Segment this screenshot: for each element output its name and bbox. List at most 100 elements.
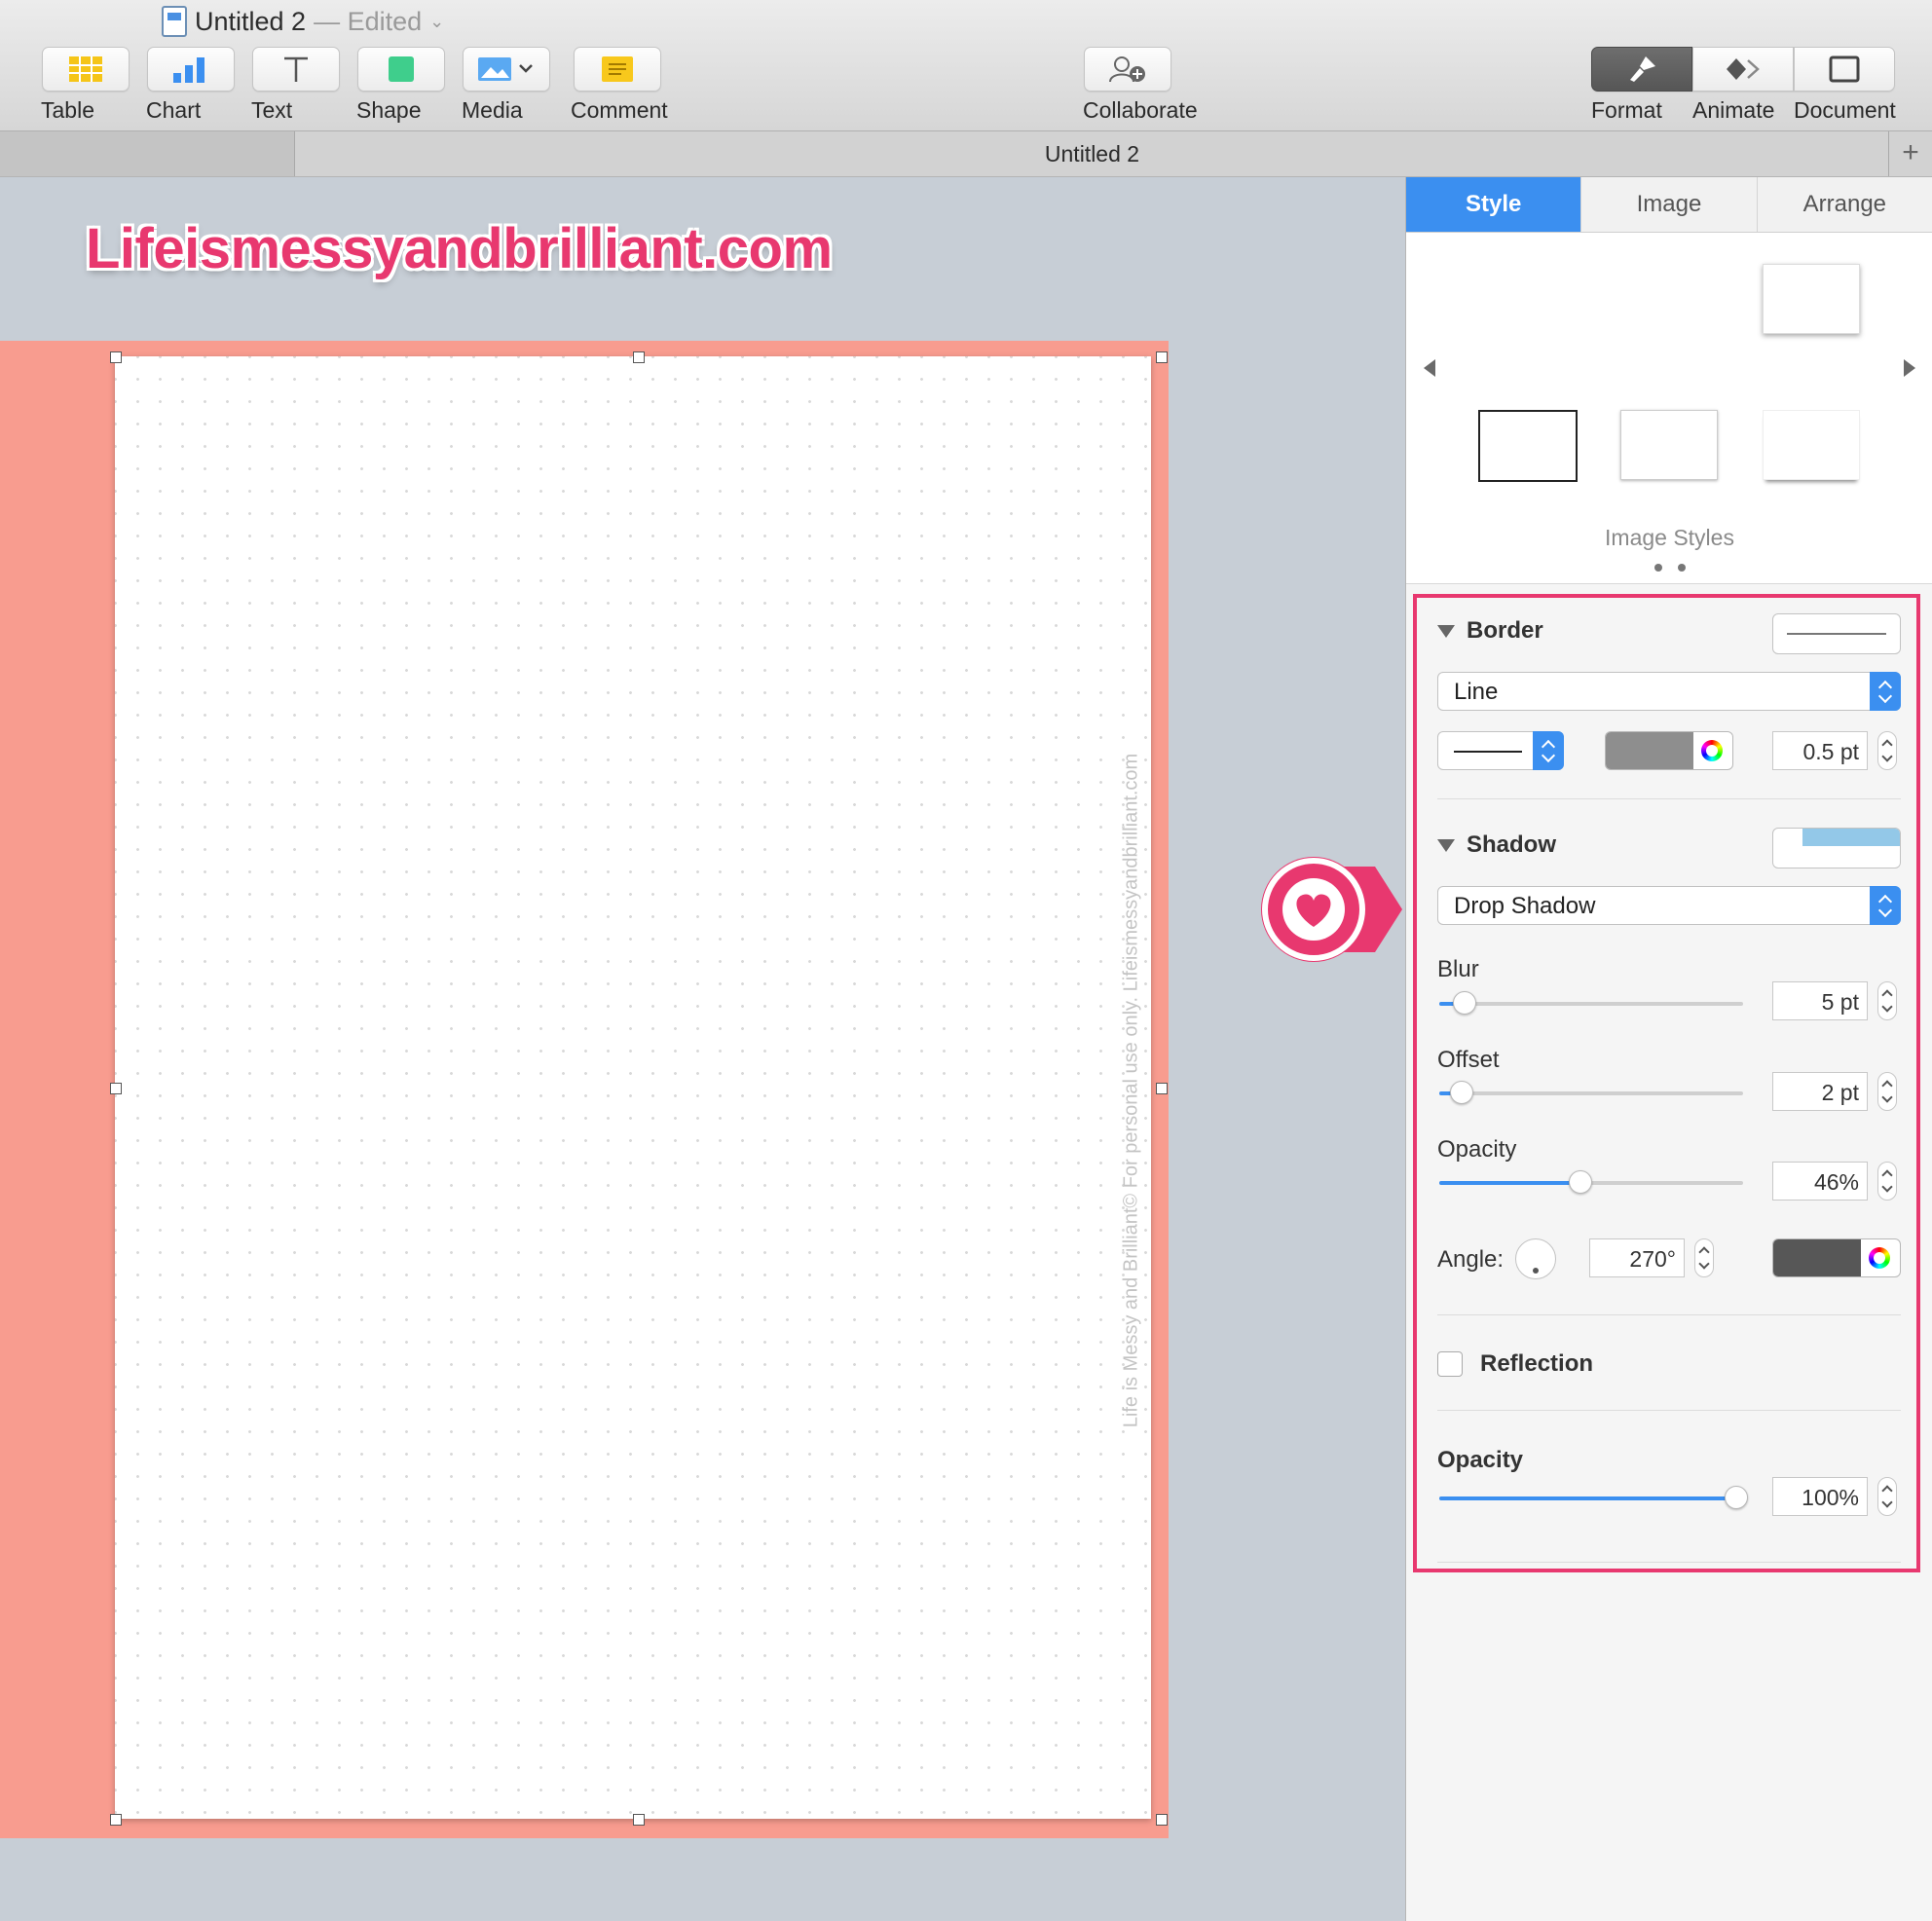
- edited-status: — Edited: [314, 6, 423, 36]
- shape-button[interactable]: Shape: [356, 47, 446, 123]
- text-button[interactable]: Text: [251, 47, 341, 123]
- border-preset-button[interactable]: [1772, 613, 1901, 654]
- slider-knob[interactable]: [1725, 1486, 1748, 1509]
- shadow-section-header[interactable]: Shadow: [1437, 831, 1556, 859]
- resize-handle-top[interactable]: [633, 351, 645, 363]
- divider: [1437, 798, 1901, 799]
- image-styles-gallery: Image Styles: [1406, 233, 1932, 584]
- opacity-stepper[interactable]: [1877, 1477, 1897, 1516]
- resize-handle-right[interactable]: [1156, 1083, 1168, 1094]
- offset-label: Offset: [1437, 1047, 1500, 1073]
- chevron-down-icon[interactable]: ⌄: [429, 12, 444, 32]
- image-style-thumb-4[interactable]: [1478, 410, 1578, 482]
- resize-handle-bottom-right[interactable]: [1156, 1814, 1168, 1826]
- color-wheel-icon[interactable]: [1701, 740, 1723, 761]
- slider-knob[interactable]: [1568, 1170, 1592, 1194]
- slider-fill: [1439, 1181, 1579, 1185]
- popup-chevron-icon: [1870, 672, 1901, 711]
- chart-button[interactable]: Chart: [146, 47, 236, 123]
- opacity-field[interactable]: 100%: [1772, 1477, 1868, 1516]
- offset-slider[interactable]: [1439, 1081, 1743, 1104]
- disclosure-triangle-icon[interactable]: [1437, 624, 1455, 638]
- resize-handle-top-left[interactable]: [110, 351, 122, 363]
- image-style-thumb-2[interactable]: [1640, 272, 1735, 340]
- reflection-checkbox[interactable]: [1437, 1351, 1463, 1377]
- offset-field[interactable]: 2 pt: [1772, 1072, 1868, 1111]
- image-styles-label: Image Styles: [1605, 525, 1734, 550]
- image-style-thumb-5[interactable]: [1620, 410, 1718, 480]
- media-label: Media: [462, 97, 523, 123]
- shadow-color-well[interactable]: [1772, 1238, 1901, 1277]
- shadow-opacity-label: Opacity: [1437, 1136, 1517, 1163]
- resize-handle-left[interactable]: [110, 1083, 122, 1094]
- toolbar: Untitled 2 — Edited ⌄ Table Chart Text S…: [0, 0, 1932, 131]
- heart-pointer-icon: [1261, 857, 1402, 962]
- popup-chevron-icon: [1533, 731, 1564, 770]
- divider: [1437, 1562, 1901, 1563]
- text-label: Text: [251, 97, 293, 123]
- inspector-segmented-control: Format Animate Document: [1591, 47, 1896, 123]
- document-label: Document: [1794, 97, 1896, 123]
- new-tab-button[interactable]: +: [1888, 131, 1932, 176]
- offset-stepper[interactable]: [1877, 1072, 1897, 1111]
- animate-label: Animate: [1692, 97, 1775, 123]
- shadow-opacity-field[interactable]: 46%: [1772, 1162, 1868, 1201]
- blur-label: Blur: [1437, 956, 1479, 982]
- border-line-style-popup[interactable]: [1437, 731, 1564, 770]
- shadow-opacity-slider[interactable]: [1439, 1170, 1743, 1194]
- reflection-label: Reflection: [1480, 1350, 1594, 1377]
- opacity-slider[interactable]: [1439, 1486, 1748, 1509]
- blur-stepper[interactable]: [1877, 981, 1897, 1020]
- animate-diamond-icon: [1727, 58, 1760, 80]
- animate-button[interactable]: Animate: [1692, 47, 1794, 123]
- format-label: Format: [1591, 97, 1662, 123]
- comment-icon: [602, 56, 633, 82]
- previous-styles-arrow-icon[interactable]: [1424, 359, 1435, 377]
- chart-label: Chart: [146, 97, 202, 123]
- border-width-stepper[interactable]: [1877, 731, 1897, 770]
- document-button[interactable]: Document: [1794, 47, 1896, 123]
- next-styles-arrow-icon[interactable]: [1904, 359, 1915, 377]
- angle-dial[interactable]: [1515, 1238, 1556, 1279]
- image-style-thumb-1[interactable]: [1500, 272, 1595, 340]
- resize-handle-bottom[interactable]: [633, 1814, 645, 1826]
- table-button[interactable]: Table: [41, 47, 130, 123]
- slider-fill: [1439, 1496, 1735, 1500]
- format-button[interactable]: Format: [1591, 47, 1692, 123]
- shadow-opacity-stepper[interactable]: [1877, 1162, 1897, 1201]
- image-style-thumb-3[interactable]: [1763, 264, 1860, 334]
- window-title: Untitled 2 — Edited ⌄: [162, 6, 444, 37]
- tab-image[interactable]: Image: [1581, 177, 1758, 232]
- shadow-color-swatch: [1773, 1239, 1861, 1276]
- border-width-field[interactable]: 0.5 pt: [1772, 731, 1868, 770]
- tab-style[interactable]: Style: [1406, 177, 1582, 232]
- angle-stepper[interactable]: [1694, 1238, 1714, 1277]
- opacity-label: Opacity: [1437, 1447, 1524, 1473]
- tab-arrange[interactable]: Arrange: [1757, 177, 1932, 232]
- border-title: Border: [1467, 617, 1543, 644]
- media-button[interactable]: Media: [462, 47, 551, 123]
- blur-field[interactable]: 5 pt: [1772, 981, 1868, 1020]
- disclosure-triangle-icon[interactable]: [1437, 838, 1455, 852]
- angle-field[interactable]: 270°: [1589, 1238, 1685, 1277]
- border-type-popup[interactable]: Line: [1437, 672, 1901, 711]
- shadow-title: Shadow: [1467, 831, 1557, 858]
- shadow-type-popup[interactable]: Drop Shadow: [1437, 886, 1901, 925]
- blur-slider[interactable]: [1439, 991, 1743, 1015]
- collaborate-button[interactable]: Collaborate: [1083, 47, 1198, 123]
- border-section-header[interactable]: Border: [1437, 617, 1543, 645]
- border-color-well[interactable]: [1605, 731, 1733, 770]
- color-wheel-icon[interactable]: [1869, 1247, 1890, 1269]
- slider-knob[interactable]: [1452, 991, 1476, 1015]
- popup-chevron-icon: [1870, 886, 1901, 925]
- dot-grid-paper-image[interactable]: [115, 356, 1151, 1819]
- image-style-thumb-6[interactable]: [1763, 410, 1860, 480]
- slider-knob[interactable]: [1449, 1081, 1473, 1104]
- resize-handle-bottom-left[interactable]: [110, 1814, 122, 1826]
- document-tab[interactable]: Untitled 2: [295, 131, 1889, 176]
- resize-handle-top-right[interactable]: [1156, 351, 1168, 363]
- page-indicator[interactable]: [1406, 559, 1932, 576]
- comment-button[interactable]: Comment: [571, 47, 668, 123]
- shadow-preset-button[interactable]: [1772, 828, 1901, 868]
- site-watermark-title: Lifeismessyandbrilliant.com: [86, 217, 833, 280]
